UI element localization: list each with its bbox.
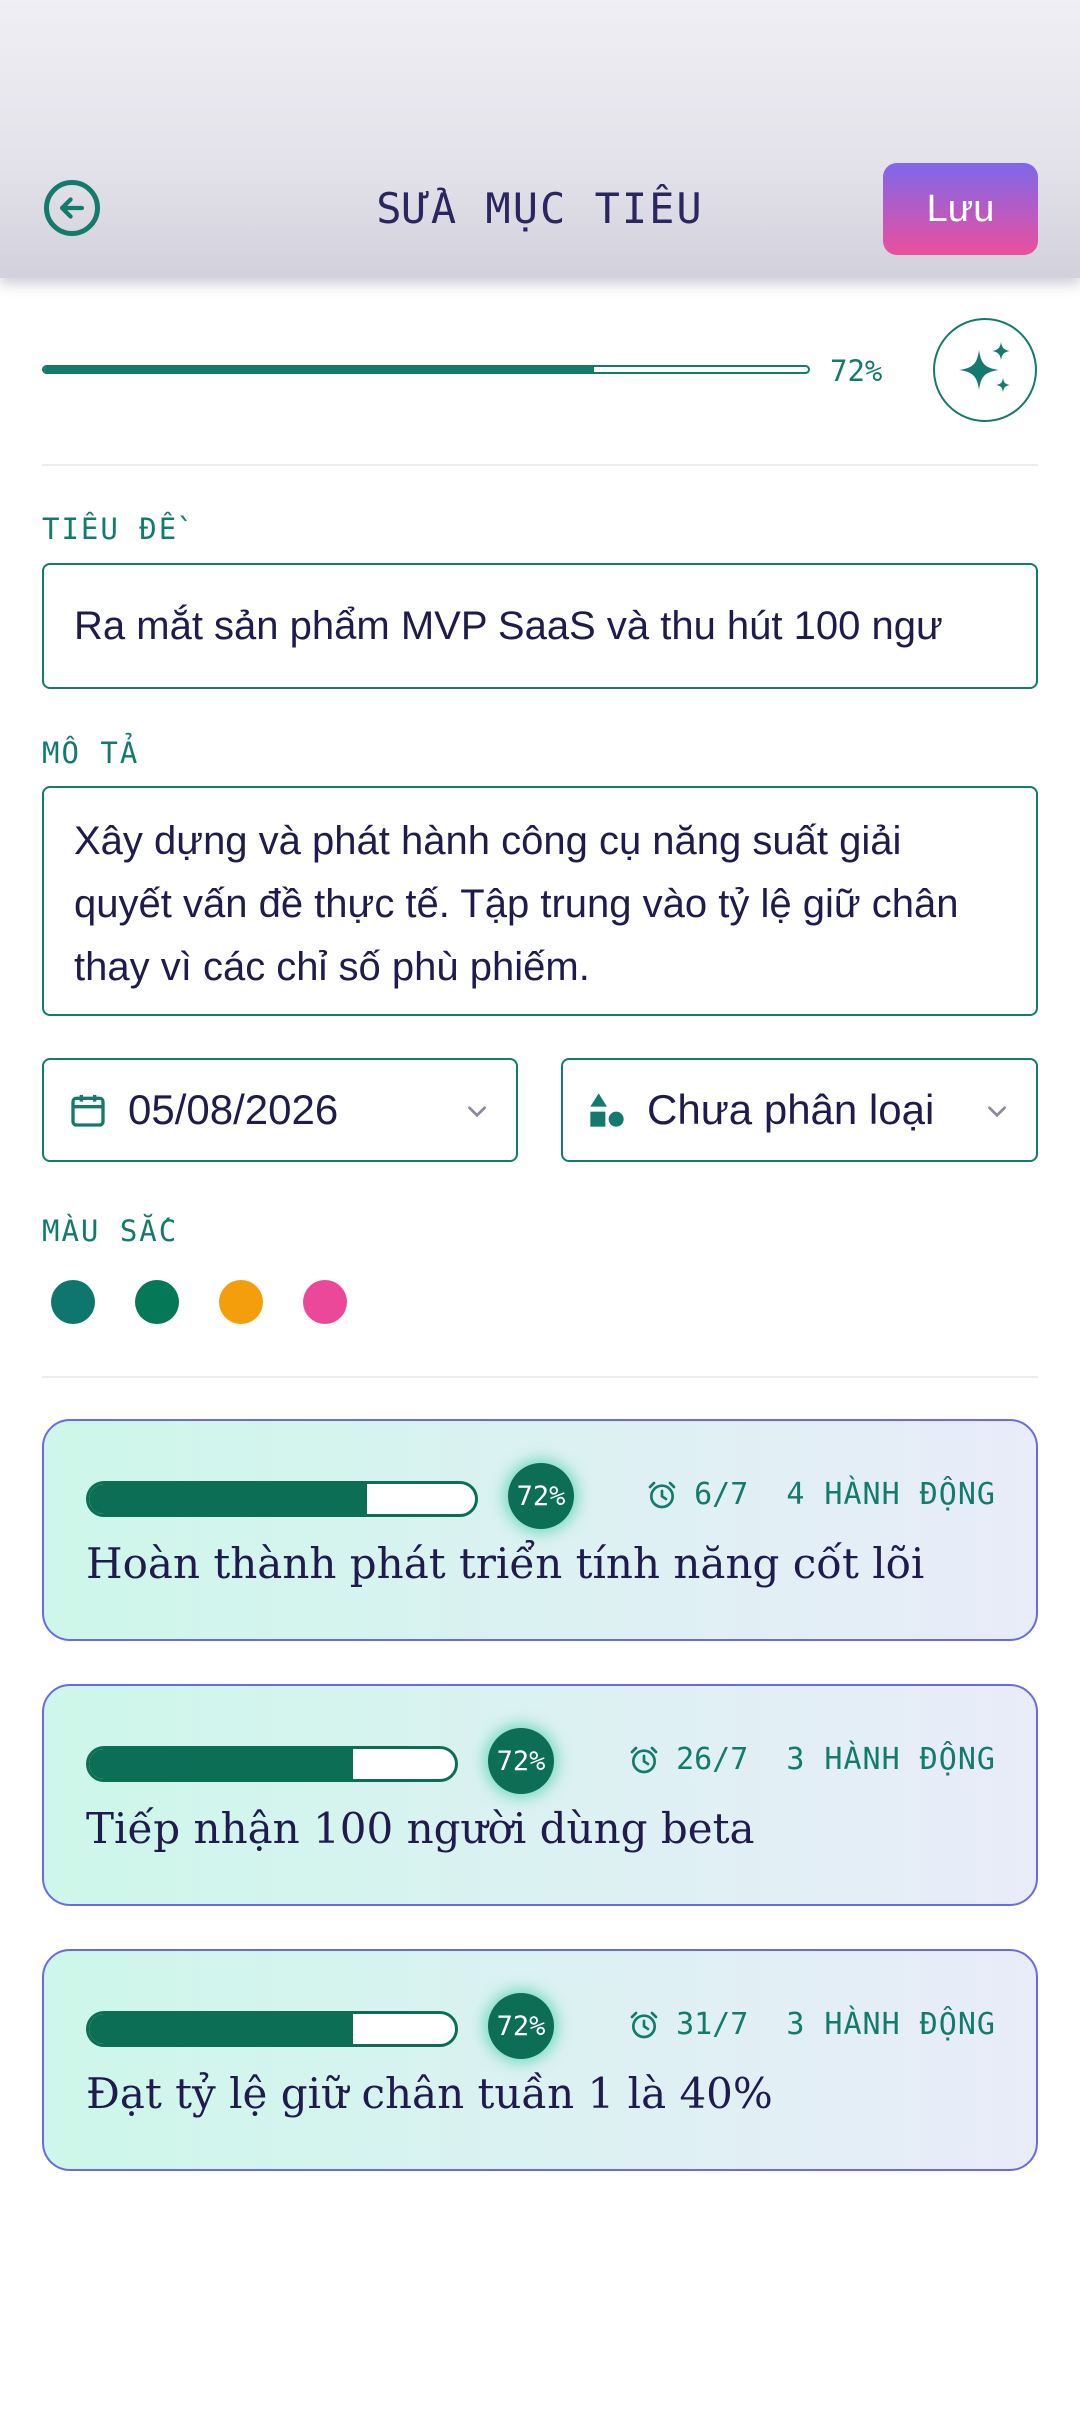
- sparkles-icon: [959, 342, 1010, 392]
- milestone-actions-count: 3 HÀNH ĐỘNG: [786, 1742, 996, 1777]
- overall-progress-fill: [44, 367, 595, 372]
- calendar-icon: [71, 1095, 105, 1127]
- ai-suggest-button[interactable]: [933, 318, 1037, 422]
- color-swatch[interactable]: [51, 1280, 95, 1324]
- color-swatch[interactable]: [303, 1280, 347, 1324]
- category-value: Chưa phân loại: [647, 1086, 935, 1133]
- chevron-down-icon: [988, 1106, 1006, 1118]
- divider: [42, 464, 1038, 466]
- milestone-card[interactable]: 72% 26/7 3 HÀNH ĐỘNG Tiếp nhận 100 người…: [42, 1684, 1038, 1906]
- title-input[interactable]: Ra mắt sản phẩm MVP SaaS và thu hút 100 …: [42, 563, 1038, 689]
- milestone-meta: 26/7 3 HÀNH ĐỘNG: [628, 1742, 996, 1777]
- overall-progress: 72%: [42, 310, 1038, 430]
- overall-progress-bar: [42, 365, 810, 374]
- milestone-percent-badge: 72%: [488, 1993, 554, 2059]
- milestone-progress-bar: [86, 1746, 458, 1782]
- alarm-clock-icon: [630, 2011, 658, 2038]
- milestone-card[interactable]: 72% 6/7 4 HÀNH ĐỘNG Hoàn thành phát triể…: [42, 1419, 1038, 1641]
- milestone-card[interactable]: 72% 31/7 3 HÀNH ĐỘNG Đạt tỷ lệ giữ chân …: [42, 1949, 1038, 2171]
- color-swatch[interactable]: [219, 1280, 263, 1324]
- milestone-actions-count: 3 HÀNH ĐỘNG: [786, 2007, 996, 2042]
- alarm-clock-icon: [648, 1481, 676, 1508]
- date-value: 05/08/2026: [128, 1086, 339, 1133]
- milestone-date: 31/7: [676, 2007, 749, 2042]
- milestone-percent-badge: 72%: [488, 1728, 554, 1794]
- chevron-down-icon: [468, 1106, 486, 1118]
- milestone-progress-fill: [89, 1484, 367, 1514]
- title-label: TIÊU ĐỀ: [42, 512, 179, 546]
- shapes-icon: [590, 1093, 624, 1127]
- category-select[interactable]: Chưa phân loại: [561, 1058, 1038, 1162]
- alarm-clock-icon: [630, 1746, 658, 1773]
- milestone-meta: 6/7 4 HÀNH ĐỘNG: [646, 1477, 996, 1512]
- milestone-progress-fill: [89, 2014, 353, 2044]
- milestone-title: Tiếp nhận 100 người dùng beta: [86, 1804, 755, 1853]
- date-picker[interactable]: 05/08/2026: [42, 1058, 518, 1162]
- save-button[interactable]: Lưu: [883, 163, 1038, 255]
- milestone-date: 26/7: [676, 1742, 749, 1777]
- overall-progress-label: 72%: [830, 354, 883, 388]
- milestone-percent-badge: 72%: [508, 1463, 574, 1529]
- top-app-bar: SỬA MỤC TIÊU Lưu: [0, 0, 1080, 278]
- milestone-meta: 31/7 3 HÀNH ĐỘNG: [628, 2007, 996, 2042]
- milestone-title: Hoàn thành phát triển tính năng cốt lõi: [86, 1539, 925, 1588]
- milestone-actions-count: 4 HÀNH ĐỘNG: [786, 1477, 996, 1512]
- milestone-progress-bar: [86, 2011, 458, 2047]
- milestone-progress-fill: [89, 1749, 353, 1779]
- divider: [42, 1376, 1038, 1378]
- color-label: MÀU SẮC: [42, 1214, 179, 1248]
- milestone-date: 6/7: [694, 1477, 749, 1512]
- milestone-progress-bar: [86, 1481, 478, 1517]
- milestone-title: Đạt tỷ lệ giữ chân tuần 1 là 40%: [86, 2069, 773, 2118]
- color-swatch[interactable]: [135, 1280, 179, 1324]
- description-input[interactable]: Xây dựng và phát hành công cụ năng suất …: [42, 786, 1038, 1016]
- description-label: MÔ TẢ: [42, 736, 140, 770]
